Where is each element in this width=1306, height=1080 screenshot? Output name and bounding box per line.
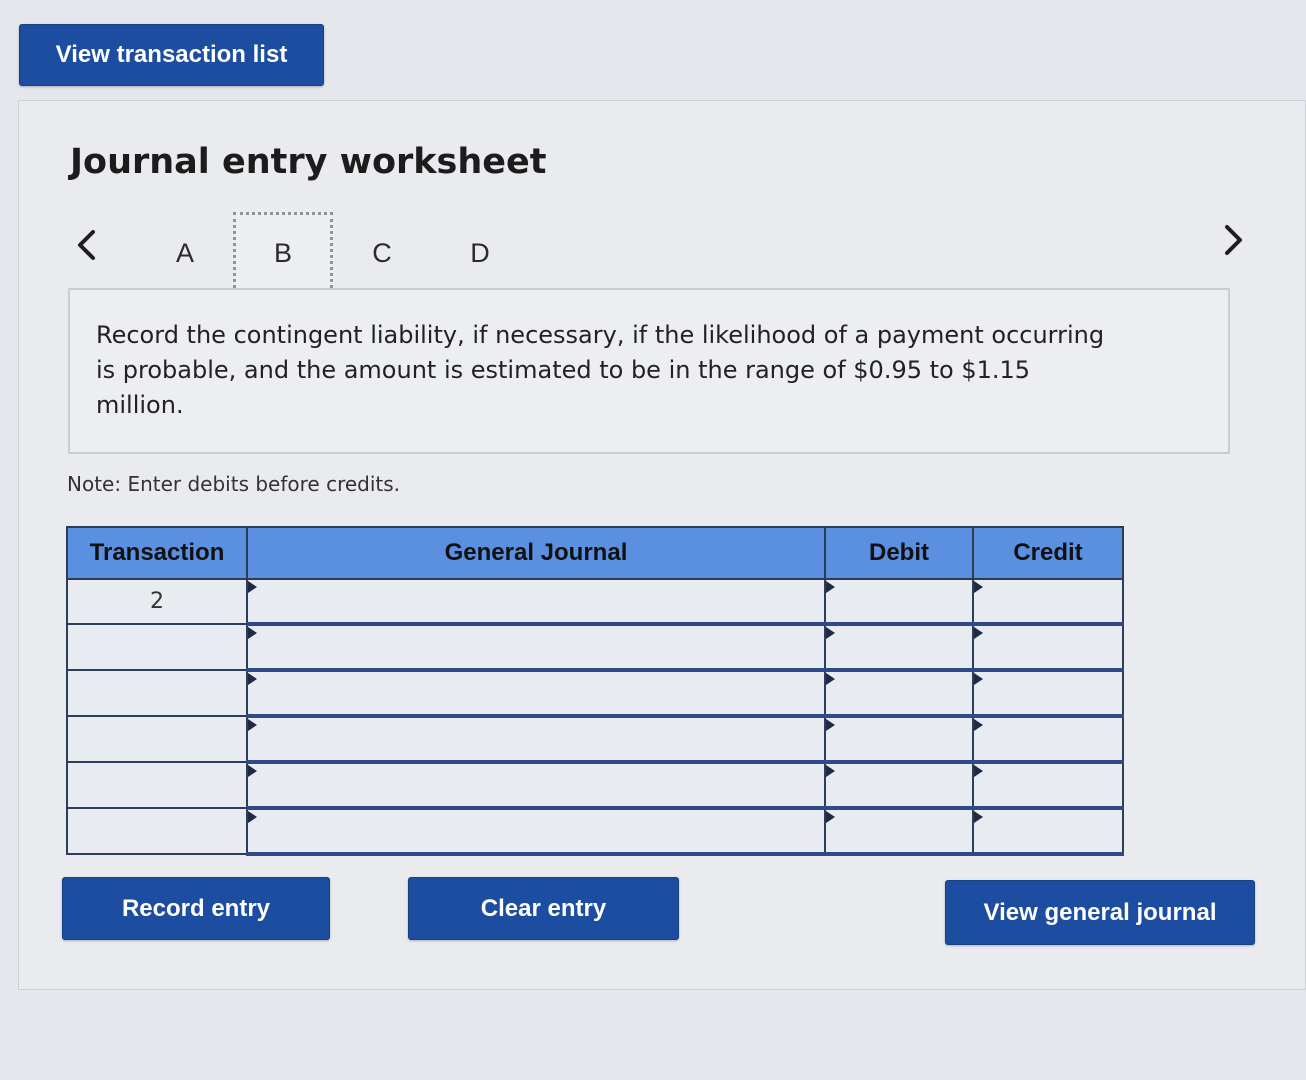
transaction-cell	[66, 669, 248, 717]
general-journal-cell[interactable]	[246, 761, 826, 810]
note-text: Note: Enter debits before credits.	[67, 472, 401, 496]
general-journal-cell[interactable]	[246, 578, 826, 626]
debit-cell[interactable]	[824, 578, 974, 626]
debit-cell[interactable]	[824, 761, 974, 810]
header-transaction: Transaction	[66, 526, 248, 580]
transaction-cell: 2	[66, 578, 248, 625]
debit-cell[interactable]	[824, 715, 974, 764]
credit-cell[interactable]	[972, 761, 1124, 810]
transaction-cell	[66, 761, 248, 809]
credit-cell[interactable]	[972, 715, 1124, 764]
header-general-journal: General Journal	[246, 526, 826, 580]
previous-entry-button[interactable]	[66, 220, 106, 270]
credit-cell[interactable]	[972, 623, 1124, 672]
table-row	[66, 807, 1124, 856]
credit-cell[interactable]	[972, 669, 1124, 718]
table-row	[66, 715, 1124, 764]
table-header-row: Transaction General Journal Debit Credit	[66, 526, 1124, 580]
view-general-journal-button[interactable]: View general journal	[945, 880, 1255, 945]
header-credit: Credit	[972, 526, 1124, 580]
table-row	[66, 623, 1124, 672]
tab-b[interactable]: B	[233, 212, 333, 294]
debit-cell[interactable]	[824, 623, 974, 672]
chevron-right-icon	[1225, 225, 1242, 255]
instruction-box: Record the contingent liability, if nece…	[68, 288, 1230, 454]
table-row: 2	[66, 578, 1124, 626]
next-entry-button[interactable]	[1214, 215, 1254, 265]
instruction-text: Record the contingent liability, if nece…	[96, 321, 1105, 419]
general-journal-cell[interactable]	[246, 807, 826, 856]
clear-entry-button[interactable]: Clear entry	[408, 877, 679, 940]
record-entry-button[interactable]: Record entry	[62, 877, 330, 940]
table-row	[66, 761, 1124, 810]
general-journal-cell[interactable]	[246, 715, 826, 764]
credit-cell[interactable]	[972, 578, 1124, 626]
credit-cell[interactable]	[972, 807, 1124, 856]
tab-c[interactable]: C	[332, 212, 432, 294]
general-journal-cell[interactable]	[246, 669, 826, 718]
tab-a[interactable]: A	[135, 212, 235, 294]
transaction-cell	[66, 623, 248, 671]
chevron-left-icon	[78, 230, 95, 260]
transaction-cell	[66, 715, 248, 763]
debit-cell[interactable]	[824, 669, 974, 718]
debit-cell[interactable]	[824, 807, 974, 856]
header-debit: Debit	[824, 526, 974, 580]
page-title: Journal entry worksheet	[70, 142, 547, 182]
table-row	[66, 669, 1124, 718]
tab-d[interactable]: D	[430, 212, 530, 294]
journal-table: Transaction General Journal Debit Credit…	[66, 526, 1124, 856]
view-transaction-list-button[interactable]: View transaction list	[19, 24, 324, 86]
general-journal-cell[interactable]	[246, 623, 826, 672]
transaction-cell	[66, 807, 248, 855]
